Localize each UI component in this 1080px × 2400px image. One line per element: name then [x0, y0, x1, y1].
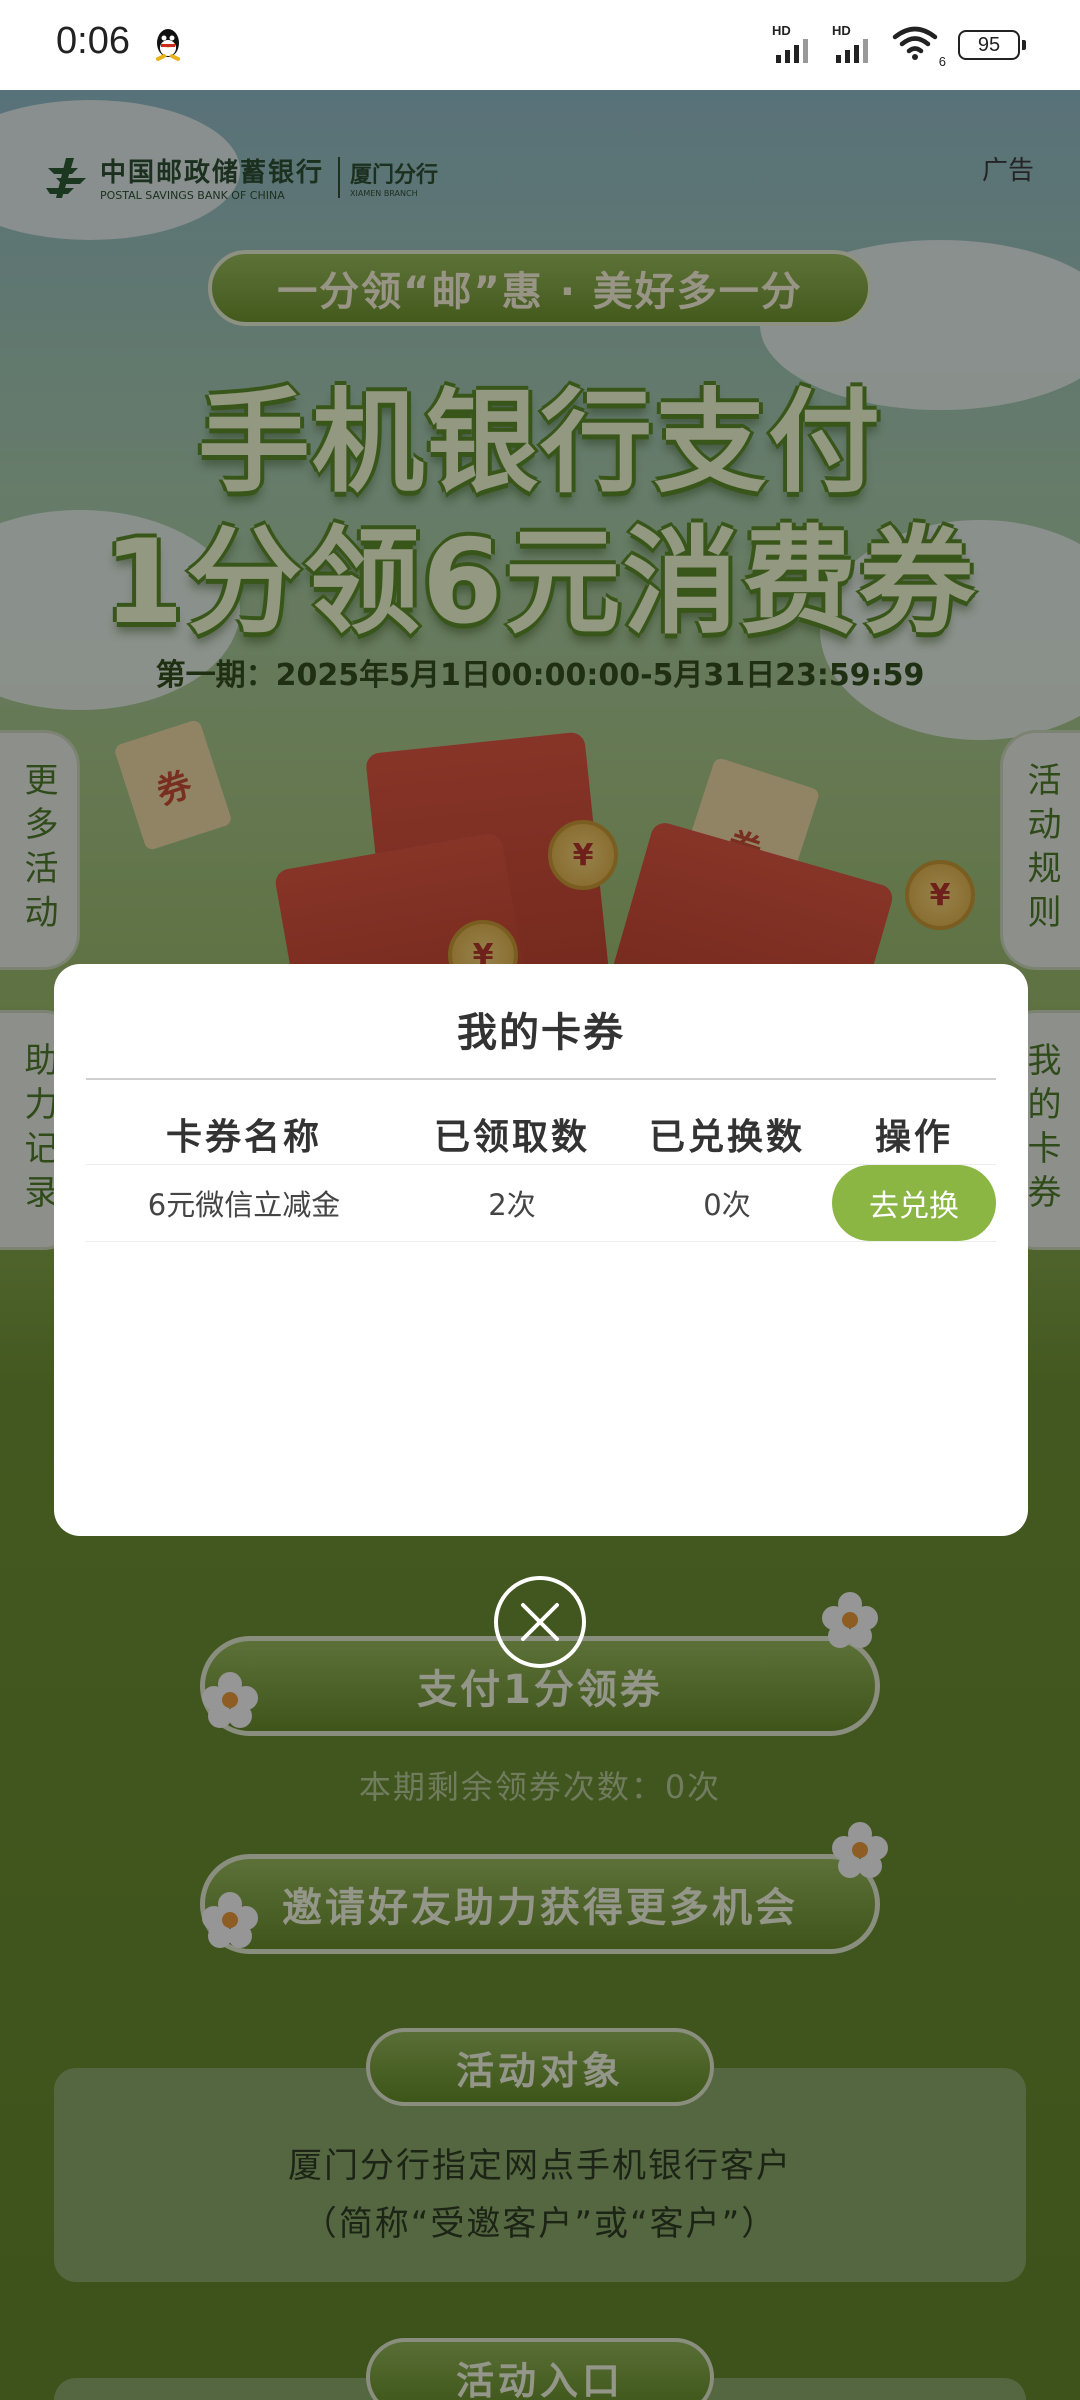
status-bar: 0:06 HD HD 6 95: [0, 0, 1080, 90]
table-row: 6元微信立减金 2次 0次 去兑换: [86, 1164, 996, 1242]
qq-icon: [156, 29, 180, 61]
redeem-button[interactable]: 去兑换: [832, 1165, 996, 1241]
battery-level: 95: [977, 33, 1001, 56]
battery-icon: 95: [958, 30, 1026, 60]
coupon-name: 6元微信立减金: [147, 1188, 341, 1222]
dialog-divider: [86, 1078, 996, 1080]
redeemed-count: 0次: [703, 1188, 751, 1222]
cellular-signal-icon-2: HD: [832, 23, 878, 65]
cellular-signal-icon: HD: [772, 23, 818, 65]
table-header: 卡券名称 已领取数 已兑换数 操作: [86, 1104, 996, 1164]
column-header-name: 卡券名称: [165, 1117, 322, 1158]
close-icon: [521, 1603, 559, 1641]
dialog-title: 我的卡券: [457, 1010, 625, 1056]
wifi-sub-label: 6: [938, 54, 946, 69]
close-dialog-button[interactable]: [494, 1576, 586, 1668]
column-header-redeemed: 已兑换数: [648, 1117, 805, 1158]
my-coupons-dialog: 我的卡券 卡券名称 已领取数 已兑换数 操作 6元微信立减金 2次 0次 去兑换: [54, 964, 1028, 1536]
coupons-table: 卡券名称 已领取数 已兑换数 操作 6元微信立减金 2次 0次 去兑换: [86, 1104, 996, 1242]
received-count: 2次: [488, 1188, 536, 1222]
wifi-icon: 6: [892, 25, 946, 69]
column-header-received: 已领取数: [433, 1117, 590, 1158]
status-time: 0:06: [56, 20, 130, 62]
column-header-action: 操作: [874, 1117, 953, 1158]
